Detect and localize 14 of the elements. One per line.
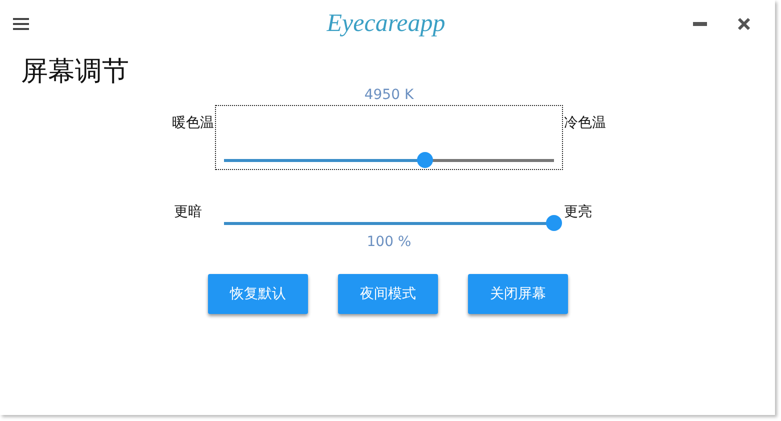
slider-reading: 100 % (366, 233, 412, 252)
action-button[interactable]: 夜间模式 (338, 274, 438, 314)
app-logo: Eyecareapp (326, 10, 446, 38)
action-button[interactable]: 恢复默认 (208, 274, 308, 314)
slider-label: 暖色温 (172, 114, 214, 133)
action-button[interactable]: 关闭屏幕 (468, 274, 568, 314)
menu-icon[interactable] (13, 18, 29, 30)
page-title: 屏幕调节 (21, 55, 130, 89)
slider-label: 更暗 (174, 203, 202, 222)
minimize-icon[interactable] (693, 21, 707, 27)
slider-reading: 4950 K (364, 86, 414, 105)
slider-label: 更亮 (564, 203, 593, 222)
close-icon[interactable] (737, 17, 751, 31)
slider-label: 冷色温 (564, 114, 607, 133)
